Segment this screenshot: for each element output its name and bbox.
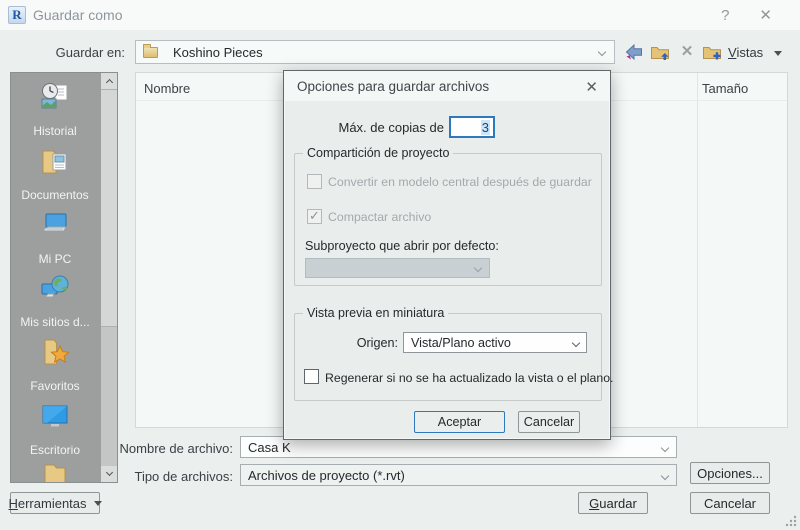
save-in-label: Guardar en: — [55, 45, 125, 60]
sidebar-item-mi-pc[interactable]: Mi PC — [11, 209, 99, 266]
accept-button[interactable]: Aceptar — [414, 411, 505, 433]
file-save-options-dialog: Opciones para guardar archivos ✕ Máx. de… — [283, 70, 613, 440]
folder-icon — [143, 43, 158, 58]
sidebar-item-documentos[interactable]: Documentos — [11, 145, 99, 202]
chevron-down-icon — [473, 263, 483, 273]
modal-title: Opciones para guardar archivos — [297, 79, 490, 94]
tools-caret-icon — [93, 500, 102, 506]
modal-close-icon[interactable]: ✕ — [585, 78, 598, 96]
history-icon — [41, 83, 68, 109]
file-type-combobox[interactable]: Archivos de proyecto (*.rvt) — [240, 464, 677, 486]
window-title: Guardar como — [33, 7, 123, 23]
regenerate-checkbox[interactable] — [304, 369, 319, 384]
save-button[interactable]: Guardar — [578, 492, 648, 514]
desktop-icon — [42, 405, 68, 427]
sidebar-item-partial-folder[interactable] — [11, 461, 99, 482]
up-folder-icon[interactable] — [650, 42, 670, 62]
chevron-down-icon[interactable] — [571, 338, 581, 348]
max-backups-label: Máx. de copias de — [338, 120, 444, 135]
preview-source-label: Origen: — [356, 336, 398, 350]
revit-logo-icon: R — [8, 6, 26, 24]
preview-group: Vista previa en miniatura Origen: Vista/… — [294, 306, 613, 401]
default-workset-label: Subproyecto que abrir por defecto: — [305, 239, 499, 253]
my-pc-icon — [43, 213, 67, 232]
new-folder-icon[interactable] — [702, 42, 722, 62]
options-button[interactable]: Opciones... — [690, 462, 770, 484]
chevron-down-icon[interactable] — [660, 471, 670, 481]
preview-group-title: Vista previa en miniatura — [303, 306, 449, 320]
worksharing-group: Compartición de proyecto Convertir en mo… — [294, 146, 602, 286]
preview-source-combobox[interactable]: Vista/Plano activo — [403, 332, 587, 353]
make-central-checkbox — [307, 174, 322, 189]
max-backups-input[interactable]: 3 — [449, 116, 495, 138]
compact-file-label: Compactar archivo — [328, 210, 432, 224]
views-caret-icon[interactable] — [774, 51, 782, 56]
modal-title-bar: Opciones para guardar archivos ✕ — [284, 71, 610, 101]
favorites-icon — [44, 339, 70, 365]
sidebar-scrollbar[interactable] — [101, 73, 117, 482]
folder-icon — [44, 464, 66, 482]
help-icon[interactable]: ? — [721, 7, 729, 24]
file-type-label: Tipo de archivos: — [134, 469, 233, 484]
save-as-dialog: R Guardar como ? ✕ Guardar en: Koshino P… — [0, 0, 800, 530]
default-workset-combobox — [305, 258, 490, 278]
file-name-label: Nombre de archivo: — [119, 441, 233, 456]
documents-icon — [42, 150, 67, 174]
modal-cancel-button[interactable]: Cancelar — [518, 411, 580, 433]
save-location-value: Koshino Pieces — [173, 44, 263, 60]
column-header-nombre[interactable]: Nombre — [144, 81, 190, 96]
sidebar-item-mis-sitios[interactable]: Mis sitios d... — [11, 272, 99, 329]
regenerate-label: Regenerar si no se ha actualizado la vis… — [325, 371, 614, 385]
network-places-icon — [41, 275, 69, 298]
close-icon[interactable]: ✕ — [759, 6, 772, 24]
column-header-tamano[interactable]: Tamaño — [702, 81, 748, 96]
chevron-down-icon[interactable] — [597, 47, 607, 57]
sidebar-item-escritorio[interactable]: Escritorio — [11, 400, 99, 457]
chevron-down-icon[interactable] — [660, 443, 670, 453]
compact-file-checkbox — [307, 208, 322, 224]
scroll-up-icon[interactable] — [101, 73, 117, 89]
make-central-label: Convertir en modelo central después de g… — [328, 175, 592, 189]
sidebar-item-favoritos[interactable]: Favoritos — [11, 336, 99, 393]
resize-grip[interactable] — [785, 515, 797, 527]
tools-button[interactable]: Herramientas — [8, 492, 102, 514]
cancel-button[interactable]: Cancelar — [690, 492, 770, 514]
delete-x-icon[interactable]: ✕ — [677, 42, 697, 62]
save-location-combobox[interactable]: Koshino Pieces — [135, 40, 615, 64]
sidebar-item-historial[interactable]: Historial — [11, 81, 99, 138]
max-backups-value: 3 — [480, 119, 490, 135]
worksharing-group-title: Compartición de proyecto — [303, 146, 454, 160]
scrollbar-thumb[interactable] — [101, 89, 117, 327]
column-separator[interactable] — [697, 73, 698, 427]
views-button[interactable]: Vistas — [728, 45, 763, 60]
title-bar: R Guardar como ? ✕ — [0, 0, 800, 30]
back-arrow-icon[interactable] — [624, 42, 644, 62]
places-sidebar: Historial Documentos Mi PC Mis sitios d.… — [10, 72, 118, 483]
